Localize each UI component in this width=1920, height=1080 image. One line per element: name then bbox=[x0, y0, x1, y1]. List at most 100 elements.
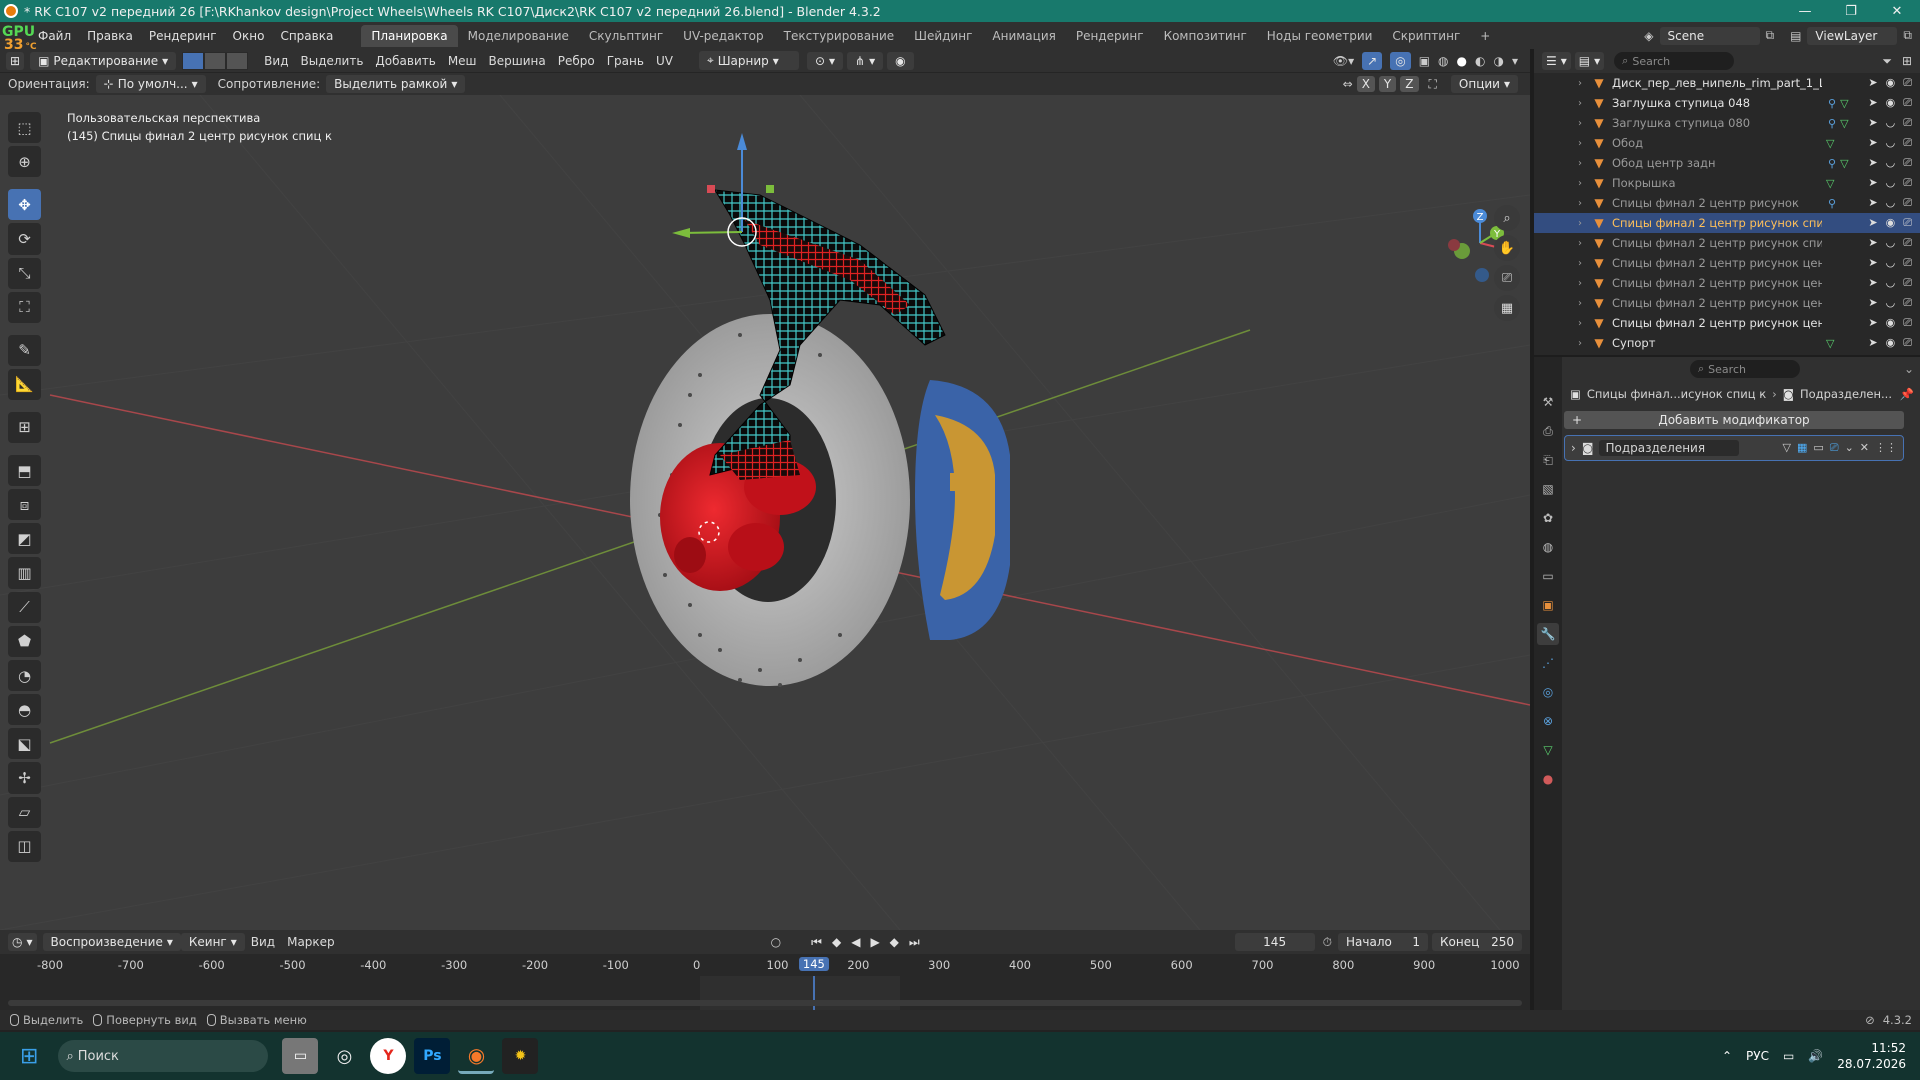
gizmo-y-plane[interactable] bbox=[766, 185, 774, 193]
volume-icon[interactable]: 🔊 bbox=[1808, 1049, 1823, 1063]
menu-help[interactable]: Справка bbox=[272, 29, 341, 43]
drag-selector[interactable]: Выделить рамкой ▾ bbox=[326, 75, 466, 93]
new-scene-icon[interactable]: ⧉ bbox=[1766, 28, 1775, 43]
outliner-row[interactable]: › ▼ Спицы финал 2 центр рисунок ⚲ ➤ ◡ ⎚ bbox=[1534, 193, 1920, 213]
selectable-icon[interactable]: ➤ bbox=[1868, 156, 1877, 170]
cursor-tool[interactable]: ⊕ bbox=[8, 146, 41, 178]
tab-particles[interactable]: ⋰ bbox=[1537, 652, 1559, 674]
camera-view-button[interactable]: ⎚ bbox=[1494, 265, 1520, 291]
render-camera-icon[interactable]: ⎚ bbox=[1903, 116, 1912, 130]
selectable-icon[interactable]: ➤ bbox=[1868, 296, 1877, 310]
keying-menu[interactable]: Кеинг ▾ bbox=[180, 933, 245, 951]
timeline-view-menu[interactable]: Вид bbox=[245, 935, 281, 949]
hidden-eye-icon[interactable]: ◡ bbox=[1886, 176, 1896, 190]
poly-build-tool[interactable]: ⬟ bbox=[8, 625, 41, 657]
expand-arrow-icon[interactable]: › bbox=[1578, 118, 1592, 129]
tab-output[interactable]: ⎗ bbox=[1537, 449, 1559, 471]
collapse-arrow-icon[interactable]: ⌄ bbox=[1904, 362, 1914, 376]
render-camera-icon[interactable]: ⎚ bbox=[1903, 196, 1912, 210]
selectable-icon[interactable]: ➤ bbox=[1868, 256, 1877, 270]
editor-type-icon[interactable]: ⊞ bbox=[6, 51, 25, 70]
add-modifier-button[interactable]: + Добавить модификатор bbox=[1564, 411, 1904, 429]
outliner-row[interactable]: › ▼ Заглушка ступица 048 ⚲ ▽ ➤ ◉ ⎚ bbox=[1534, 93, 1920, 113]
eye-icon[interactable]: ◉ bbox=[1886, 76, 1896, 90]
tab-texture-paint[interactable]: Текстурирование bbox=[774, 25, 904, 47]
expand-arrow-icon[interactable]: › bbox=[1578, 218, 1592, 229]
hidden-eye-icon[interactable]: ◡ bbox=[1886, 236, 1896, 250]
selectable-icon[interactable]: ➤ bbox=[1868, 96, 1877, 110]
zoom-view-button[interactable]: ⌕ bbox=[1494, 205, 1520, 231]
render-camera-icon[interactable]: ⎚ bbox=[1903, 316, 1912, 330]
autokey-toggle[interactable]: ○ bbox=[771, 935, 781, 949]
hidden-eye-icon[interactable]: ◡ bbox=[1886, 116, 1896, 130]
snap-toggle[interactable]: ⊙ ▾ bbox=[806, 51, 844, 70]
tab-modeling[interactable]: Моделирование bbox=[458, 25, 579, 47]
timeline-editor-type[interactable]: ◷ ▾ bbox=[8, 933, 37, 951]
windows-start-icon[interactable]: ⊞ bbox=[20, 1044, 38, 1069]
display-mode-selector[interactable]: ▤ ▾ bbox=[1574, 52, 1605, 70]
expand-arrow-icon[interactable]: › bbox=[1578, 238, 1592, 249]
outliner-row[interactable]: › ▼ Спицы финал 2 центр рисунок спиц к ➤ ◉ ⎚ bbox=[1534, 213, 1920, 233]
tab-geometry-nodes[interactable]: Ноды геометрии bbox=[1257, 25, 1383, 47]
app-taskbar-icon[interactable]: ✹ bbox=[502, 1038, 539, 1074]
tab-compositing[interactable]: Композитинг bbox=[1154, 25, 1257, 47]
render-camera-icon[interactable]: ⎚ bbox=[1903, 236, 1912, 250]
tab-material[interactable]: ● bbox=[1537, 768, 1559, 790]
tab-world[interactable]: ◍ bbox=[1537, 536, 1559, 558]
hidden-eye-icon[interactable]: ◡ bbox=[1886, 296, 1896, 310]
expand-arrow-icon[interactable]: › bbox=[1578, 258, 1592, 269]
input-language[interactable]: РУС bbox=[1746, 1049, 1769, 1063]
taskbar-search-input[interactable]: ⌕ Поиск bbox=[58, 1040, 269, 1072]
expand-arrow-icon[interactable]: › bbox=[1578, 78, 1592, 89]
tab-collection[interactable]: ▭ bbox=[1537, 565, 1559, 587]
render-camera-icon[interactable]: ⎚ bbox=[1903, 336, 1912, 350]
expand-arrow-icon[interactable]: › bbox=[1578, 98, 1592, 109]
selectable-icon[interactable]: ➤ bbox=[1868, 336, 1877, 350]
menu-window[interactable]: Окно bbox=[225, 29, 273, 43]
viewport-display-icon[interactable]: ▭ bbox=[1813, 441, 1823, 455]
edge-slide-tool[interactable]: ⬕ bbox=[8, 728, 41, 760]
menu-select[interactable]: Выделить bbox=[294, 54, 369, 68]
eye-icon[interactable]: ◉ bbox=[1886, 216, 1896, 230]
outliner-row[interactable]: › ▼ Спицы финал 2 центр рисунок спица ➤ ◡ ⎚ bbox=[1534, 233, 1920, 253]
selectable-icon[interactable]: ➤ bbox=[1868, 276, 1877, 290]
menu-vertex[interactable]: Вершина bbox=[483, 54, 552, 68]
tab-rendering[interactable]: Рендеринг bbox=[1066, 25, 1154, 47]
render-camera-icon[interactable]: ⎚ bbox=[1903, 296, 1912, 310]
menu-file[interactable]: Файл bbox=[30, 29, 79, 43]
tab-constraints[interactable]: ⊗ bbox=[1537, 710, 1559, 732]
tab-animation[interactable]: Анимация bbox=[982, 25, 1065, 47]
bevel-tool[interactable]: ◩ bbox=[8, 523, 41, 555]
minimize-button[interactable]: — bbox=[1782, 4, 1828, 19]
render-camera-icon[interactable]: ⎚ bbox=[1903, 96, 1912, 110]
selectable-icon[interactable]: ➤ bbox=[1868, 236, 1877, 250]
selectable-icon[interactable]: ➤ bbox=[1868, 216, 1877, 230]
tab-shading[interactable]: Шейдинг bbox=[904, 25, 982, 47]
selectable-icon[interactable]: ➤ bbox=[1868, 196, 1877, 210]
expand-arrow-icon[interactable]: › bbox=[1578, 318, 1592, 329]
shear-tool[interactable]: ▱ bbox=[8, 796, 41, 828]
smooth-tool[interactable]: ◓ bbox=[8, 694, 41, 726]
frame-start-field[interactable]: Начало 1 bbox=[1338, 933, 1428, 951]
timeline-marker-menu[interactable]: Маркер bbox=[281, 935, 341, 949]
clock[interactable]: 11:52 28.07.2026 bbox=[1837, 1040, 1906, 1072]
edit-mode-display-icon[interactable]: ▦ bbox=[1797, 441, 1807, 455]
pivot-point-selector[interactable]: ⌖ Шарнир ▾ bbox=[698, 51, 799, 70]
hidden-eye-icon[interactable]: ◡ bbox=[1886, 276, 1896, 290]
render-camera-icon[interactable]: ⎚ bbox=[1903, 76, 1912, 90]
rotate-tool[interactable]: ⟳ bbox=[8, 223, 41, 255]
outliner-row[interactable]: ›▼ Диск_пер_лев_нипель_rim_part_1_L002 ➤ ◉ ⎚ bbox=[1534, 73, 1920, 93]
3d-viewport[interactable]: Пользовательская перспектива (145) Спицы… bbox=[0, 95, 1530, 930]
gizmo-toggle[interactable]: ↗ bbox=[1362, 51, 1383, 70]
render-display-icon[interactable]: ⎚ bbox=[1830, 441, 1839, 455]
menu-face[interactable]: Грань bbox=[601, 54, 650, 68]
menu-render[interactable]: Рендеринг bbox=[141, 29, 225, 43]
close-button[interactable]: ✕ bbox=[1874, 4, 1920, 19]
tab-tool[interactable]: ⚒ bbox=[1537, 391, 1559, 413]
measure-tool[interactable]: 📐 bbox=[8, 368, 41, 401]
hidden-eye-icon[interactable]: ◡ bbox=[1886, 196, 1896, 210]
menu-edge[interactable]: Ребро bbox=[552, 54, 601, 68]
gizmo-x-plane[interactable] bbox=[707, 185, 715, 193]
add-cube-tool[interactable]: ⊞ bbox=[8, 411, 41, 444]
new-viewlayer-icon[interactable]: ⧉ bbox=[1903, 28, 1912, 43]
